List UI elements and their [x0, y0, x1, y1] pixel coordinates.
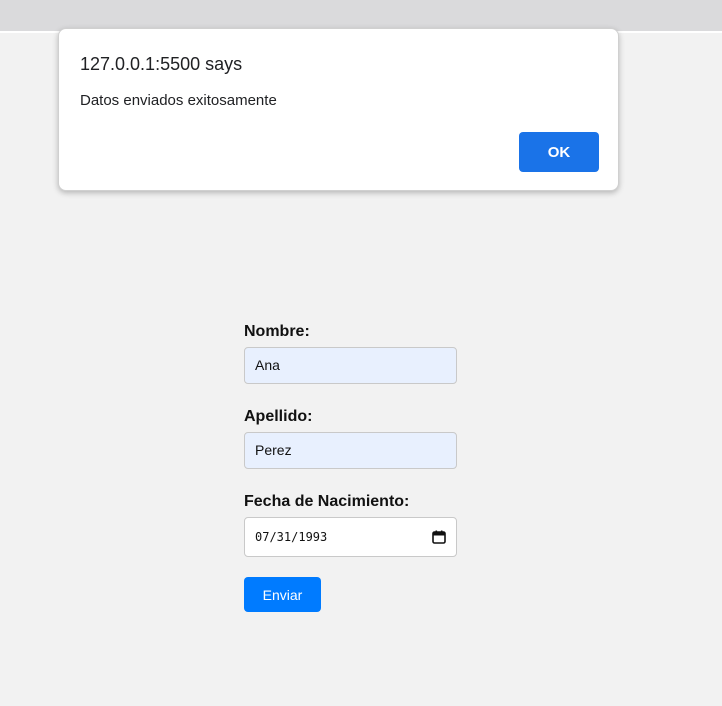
calendar-icon[interactable] — [432, 530, 446, 544]
dialog-ok-button[interactable]: OK — [519, 132, 599, 172]
dialog-title: 127.0.0.1:5500 says — [80, 54, 243, 74]
apellido-input[interactable]: Perez — [244, 432, 457, 469]
registration-form: Nombre: Ana Apellido: Perez Fecha de Nac… — [244, 322, 457, 612]
fecha-nacimiento-value: 07/31/1993 — [255, 530, 328, 544]
apellido-label: Apellido: — [244, 408, 313, 425]
nombre-input[interactable]: Ana — [244, 347, 457, 384]
alert-dialog: 127.0.0.1:5500 says Datos enviados exito… — [58, 28, 619, 191]
fecha-nacimiento-input[interactable]: 07/31/1993 — [244, 517, 457, 557]
dialog-message: Datos enviados exitosamente — [80, 92, 277, 109]
nombre-label: Nombre: — [244, 323, 310, 340]
fecha-nacimiento-label: Fecha de Nacimiento: — [244, 493, 410, 510]
enviar-button[interactable]: Enviar — [244, 577, 321, 612]
